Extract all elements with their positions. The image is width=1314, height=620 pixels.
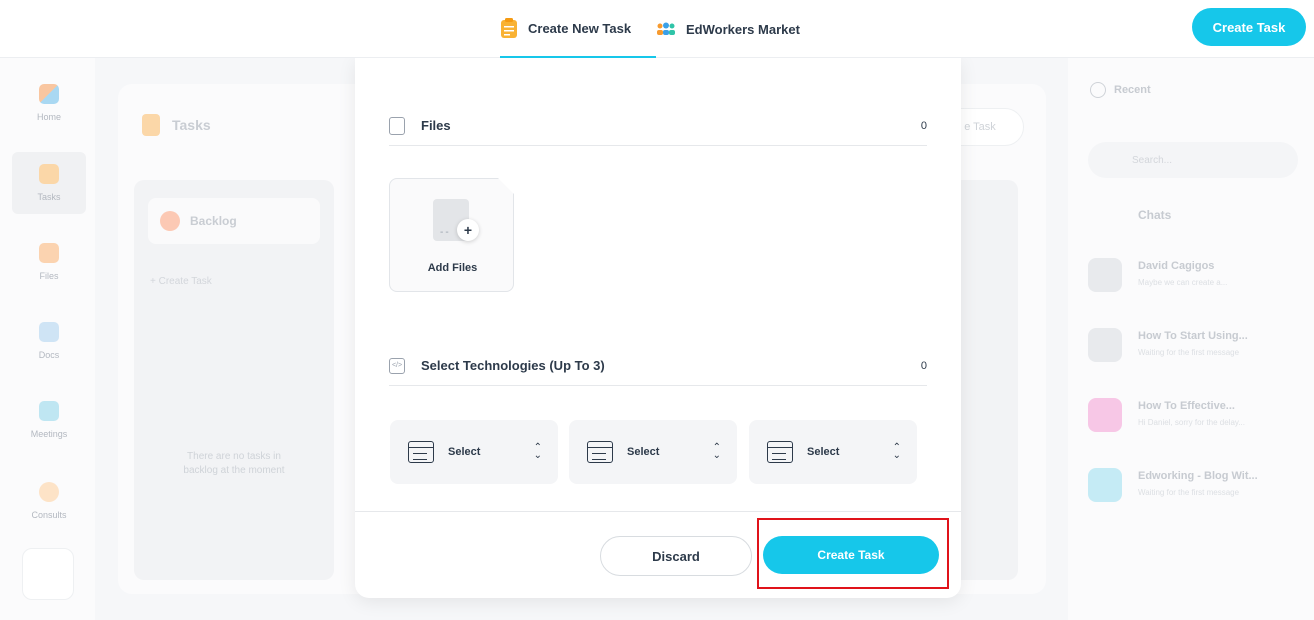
top-bar: Create New Task EdWorkers Market Create …: [0, 0, 1314, 58]
chat-item[interactable]: How To Effective... Hi Daniel, sorry for…: [1088, 384, 1298, 444]
clock-icon: [1090, 82, 1106, 98]
discard-button[interactable]: Discard: [600, 536, 752, 576]
column-header: Backlog: [148, 198, 320, 244]
code-icon: </>: [389, 357, 405, 374]
files-count: 0: [920, 119, 927, 132]
technology-select-3[interactable]: Select ⌃ ⌄: [749, 420, 917, 484]
technology-select-1[interactable]: Select ⌃ ⌄: [390, 420, 558, 484]
files-section-header: Files 0: [389, 106, 927, 146]
updown-chevron-icon: ⌃ ⌄: [712, 442, 721, 461]
chat-search-input[interactable]: Search...: [1088, 142, 1298, 178]
avatar: [1088, 328, 1122, 362]
avatar: [1088, 258, 1122, 292]
add-app-button[interactable]: [22, 548, 74, 600]
right-panel: Recent Search... Chats David Cagigos May…: [1068, 58, 1314, 620]
chat-item[interactable]: How To Start Using... Waiting for the fi…: [1088, 314, 1298, 374]
sidebar-item-meetings[interactable]: Meetings: [12, 389, 86, 451]
grid-icon: [39, 84, 59, 104]
sidebar-item-tasks[interactable]: Tasks: [12, 152, 86, 214]
video-icon: [39, 401, 59, 421]
board-title: Tasks: [142, 114, 211, 136]
window-icon: [767, 441, 793, 463]
calendar-icon: [39, 322, 59, 342]
create-task-modal: Files 0 -- + Add Files </> Select Techno…: [355, 58, 961, 598]
window-icon: [408, 441, 434, 463]
empty-state-text: There are no tasks in backlog at the mom…: [183, 451, 285, 476]
create-task-link[interactable]: + Create Task: [150, 276, 212, 287]
folder-icon: [39, 243, 59, 263]
avatar: [1088, 468, 1122, 502]
technologies-section-header: </> Select Technologies (Up To 3) 0: [389, 346, 927, 386]
sidebar-item-home[interactable]: Home: [12, 72, 86, 134]
file-icon: [389, 116, 405, 135]
clipboard-icon: [500, 17, 518, 39]
add-files-button[interactable]: -- + Add Files: [389, 178, 514, 292]
technologies-count: 0: [920, 359, 927, 372]
tab-label: Create New Task: [528, 20, 632, 36]
tab-label: EdWorkers Market: [686, 21, 800, 37]
sidebar: Home Tasks Files Docs Meetings Consults: [0, 58, 95, 620]
window-icon: [587, 441, 613, 463]
updown-chevron-icon: ⌃ ⌄: [533, 442, 542, 461]
backlog-icon: [160, 211, 180, 231]
tab-recent[interactable]: Recent: [1090, 82, 1151, 98]
files-label: Files: [421, 118, 451, 133]
clipboard-icon: [142, 114, 160, 136]
sidebar-item-docs[interactable]: Docs: [12, 310, 86, 372]
sidebar-item-files[interactable]: Files: [12, 231, 86, 293]
backlog-column: Backlog + Create Task There are no tasks…: [134, 180, 334, 580]
technologies-label: Select Technologies (Up To 3): [421, 358, 605, 373]
highlight-box: [757, 518, 949, 589]
add-files-label: Add Files: [427, 262, 478, 274]
technology-select-2[interactable]: Select ⌃ ⌄: [569, 420, 737, 484]
tab-edworkers-market[interactable]: EdWorkers Market: [656, 0, 800, 58]
avatar: [1088, 398, 1122, 432]
plus-icon: +: [457, 219, 479, 241]
tab-create-new-task[interactable]: Create New Task: [500, 0, 656, 58]
people-icon: [656, 22, 676, 36]
clipboard-icon: [39, 164, 59, 184]
chat-item[interactable]: Edworking - Blog Wit... Waiting for the …: [1088, 454, 1298, 514]
sun-icon: [39, 482, 59, 502]
chat-item[interactable]: David Cagigos Maybe we can create a...: [1088, 244, 1298, 304]
sidebar-item-consults[interactable]: Consults: [12, 470, 86, 532]
chats-title: Chats: [1138, 208, 1172, 222]
top-create-task-button[interactable]: Create Task: [1192, 8, 1306, 46]
updown-chevron-icon: ⌃ ⌄: [892, 442, 901, 461]
